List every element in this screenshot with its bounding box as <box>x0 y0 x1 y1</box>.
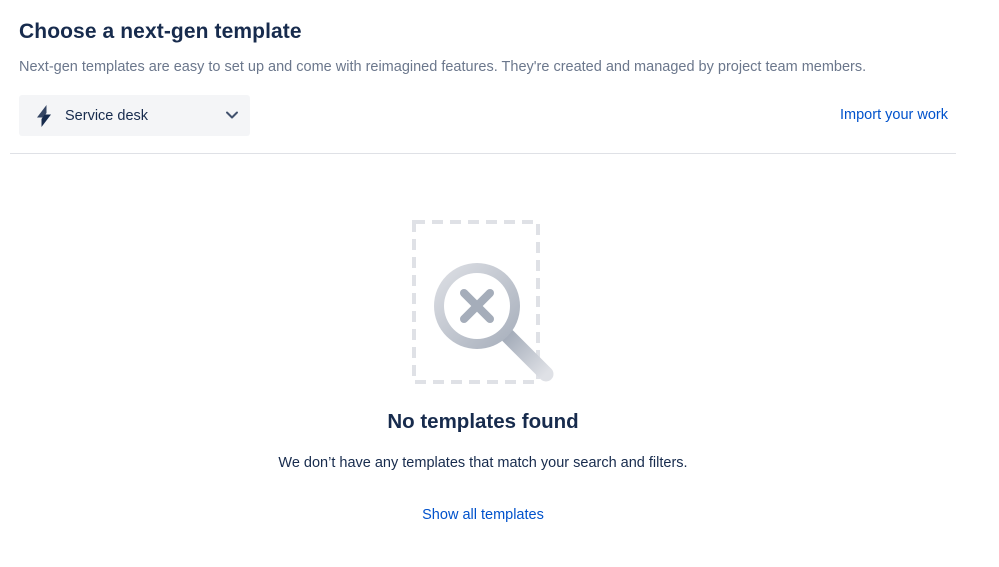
product-type-selected-value: Service desk <box>65 107 149 124</box>
template-picker-page: Choose a next-gen template Next-gen temp… <box>0 0 999 567</box>
page-subtitle: Next-gen templates are easy to set up an… <box>19 59 867 75</box>
chevron-down-icon <box>224 107 240 123</box>
search-no-results-icon <box>412 220 557 385</box>
import-your-work-link[interactable]: Import your work <box>840 107 948 123</box>
empty-state-description: We don’t have any templates that match y… <box>278 455 688 471</box>
empty-state-title: No templates found <box>387 410 579 433</box>
bolt-icon <box>33 104 55 128</box>
page-title: Choose a next-gen template <box>19 20 302 43</box>
show-all-templates-link[interactable]: Show all templates <box>422 507 544 523</box>
section-divider <box>10 153 956 154</box>
show-all-templates-container: Show all templates <box>0 507 966 523</box>
product-type-select[interactable]: Service desk <box>19 95 250 136</box>
